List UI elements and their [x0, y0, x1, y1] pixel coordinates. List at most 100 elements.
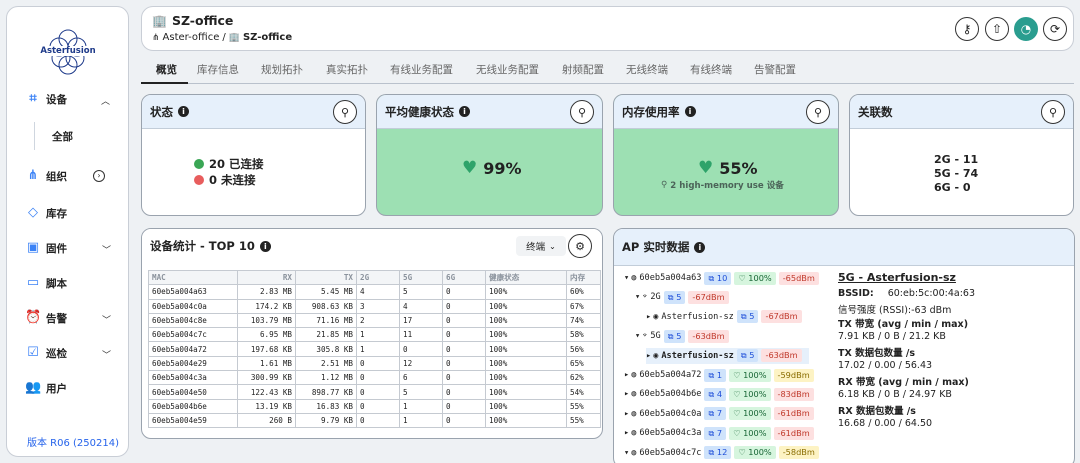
ap-tree-node[interactable]: ▾ ◍ 60eb5a004c7c ⧉ 12 ♡ 100% -58dBm — [624, 445, 819, 461]
table-cell: 62% — [566, 370, 601, 386]
health-card-header: 平均健康状态 i — [377, 95, 602, 129]
table-row[interactable]: 60eb5a004e59 260 B 9.79 KB 0 1 0 100% 55% — [148, 412, 601, 429]
table-row[interactable]: 60eb5a004e29 1.61 MB 2.51 MB 0 12 0 100% 65% — [148, 355, 601, 372]
chevron-down-icon[interactable]: ﹀ — [102, 243, 111, 256]
table-row[interactable]: 60eb5a004c7c 6.95 MB 21.85 MB 1 11 0 100% 58% — [148, 327, 601, 343]
col-5g[interactable]: 5G — [399, 269, 443, 286]
info-icon[interactable]: i — [684, 106, 696, 117]
chevron-down-icon[interactable]: ﹀ — [102, 348, 111, 361]
table-cell: 58% — [566, 327, 601, 343]
tab-planned-topology[interactable]: 规划拓扑 — [261, 62, 303, 77]
chevron-down-icon[interactable]: ﹀ — [102, 313, 111, 326]
nav-inspection[interactable]: ☑ 巡检 — [25, 343, 67, 363]
nav-alarms[interactable]: ⏰ 告警 — [25, 308, 67, 328]
search-button[interactable]: ⚲ — [570, 100, 594, 124]
upload-button[interactable]: ⇧ — [985, 17, 1009, 41]
tab-wireless-clients[interactable]: 无线终端 — [626, 62, 668, 77]
table-row[interactable]: 60eb5a004c0a 174.2 KB 908.63 KB 3 4 0 100% 67% — [148, 298, 601, 314]
col-mac[interactable]: MAC — [148, 269, 238, 286]
info-icon[interactable]: i — [459, 106, 470, 117]
signal-badge: -67dBm — [688, 290, 729, 304]
refresh-button[interactable]: ⟳ — [1043, 17, 1067, 41]
tab-alarm-config[interactable]: 告警配置 — [754, 62, 796, 77]
search-button[interactable]: ⚲ — [1041, 100, 1065, 124]
caret-right-icon[interactable]: ▸ — [624, 428, 629, 438]
col-rx[interactable]: RX — [237, 269, 296, 286]
key-button[interactable]: ⚷ — [955, 17, 979, 41]
col-memory[interactable]: 内存 — [566, 269, 601, 286]
device-stats-table-wrap: MAC RX TX 2G 5G 6G 健康状态 内存 60eb5a004a63 2… — [148, 269, 601, 429]
ap-tree-node[interactable]: ▸ ◉ Asterfusion-sz ⧉ 5 -63dBm — [646, 347, 809, 364]
caret-right-icon[interactable]: ▸ — [624, 389, 629, 399]
nav-scripts-label: 脚本 — [46, 277, 67, 290]
crumb-parent[interactable]: Aster-office — [163, 32, 220, 43]
search-button[interactable]: ⚲ — [806, 100, 830, 124]
settings-button[interactable]: ⚙ — [568, 234, 592, 258]
col-6g[interactable]: 6G — [442, 269, 486, 286]
info-icon[interactable]: i — [694, 241, 706, 253]
tab-wireless-service[interactable]: 无线业务配置 — [476, 62, 539, 77]
nav-all-label: 全部 — [52, 130, 73, 143]
caret-right-icon[interactable]: ▸ — [646, 312, 651, 322]
nav-org[interactable]: ⋔ 组织 — [25, 166, 67, 186]
caret-right-icon[interactable]: ▸ — [624, 370, 629, 380]
building-icon: 🏢 — [152, 13, 167, 28]
sidebar: Asterfusion ⌗ 设备 ︿ 全部 ⋔ 组织 › ◇ 库存 ▣ 固件 ﹀… — [6, 6, 129, 457]
tab-wired-service[interactable]: 有线业务配置 — [390, 62, 453, 77]
ap-tree-node[interactable]: ▸ ◍ 60eb5a004c3a ⧉ 7 ♡ 100% -61dBm — [624, 425, 814, 441]
table-row[interactable]: 60eb5a004a63 2.83 MB 5.45 MB 4 5 0 100% 60% — [148, 284, 601, 300]
nav-devices-label: 设备 — [46, 93, 67, 106]
nav-inventory[interactable]: ◇ 库存 — [25, 203, 67, 223]
table-row[interactable]: 60eb5a004c3a 300.99 KB 1.12 MB 0 6 0 100% 62% — [148, 370, 601, 386]
table-row[interactable]: 60eb5a004a72 197.68 KB 305.8 KB 1 0 0 100% 56% — [148, 341, 601, 357]
search-icon: ⚲ — [813, 105, 823, 119]
nav-scripts[interactable]: ▭ 脚本 — [25, 273, 67, 293]
memory-note[interactable]: ⚲ 2 high-memory use 设备 — [661, 179, 784, 191]
ap-tree-node[interactable]: ▸ ◉ Asterfusion-sz ⧉ 5 -67dBm — [646, 309, 802, 325]
table-cell: 2.83 MB — [237, 284, 296, 300]
memory-card-header: 内存使用率 i — [614, 95, 838, 129]
col-tx[interactable]: TX — [295, 269, 357, 286]
caret-down-icon[interactable]: ▾ — [635, 331, 640, 341]
tab-real-topology[interactable]: 真实拓扑 — [326, 62, 368, 77]
caret-down-icon[interactable]: ▾ — [624, 448, 629, 458]
green-dot-icon — [194, 159, 204, 169]
caret-down-icon[interactable]: ▾ — [635, 292, 640, 302]
chevron-up-icon[interactable]: ︿ — [101, 94, 110, 107]
table-row[interactable]: 60eb5a004e50 122.43 KB 898.77 KB 0 5 0 100% 54% — [148, 384, 601, 400]
devices-icon: ⧉ — [708, 447, 717, 458]
nav-all[interactable]: 全部 — [34, 122, 73, 150]
table-cell: 898.77 KB — [295, 384, 357, 400]
caret-right-icon[interactable]: ▸ — [646, 351, 651, 361]
info-icon[interactable]: i — [259, 240, 271, 252]
badge-value: -65dBm — [782, 272, 815, 283]
tab-inventory[interactable]: 库存信息 — [197, 62, 239, 77]
search-button[interactable]: ⚲ — [333, 100, 357, 124]
ap-tree-node[interactable]: ▾ ◍ 60eb5a004a63 ⧉ 10 ♡ 100% -65dBm — [624, 270, 819, 286]
org-icon: ⋔ — [152, 32, 160, 43]
nav-devices[interactable]: ⌗ 设备 — [25, 89, 67, 109]
dashboard-button[interactable]: ◔ — [1014, 17, 1038, 41]
info-icon[interactable]: i — [178, 106, 189, 117]
ap-tree-node[interactable]: ▸ ◍ 60eb5a004a72 ⧉ 1 ♡ 100% -59dBm — [624, 367, 814, 383]
nav-users[interactable]: 👥 用户 — [25, 378, 67, 398]
tab-overview[interactable]: 概览 — [156, 62, 177, 77]
caret-right-icon[interactable]: ▸ — [624, 409, 629, 419]
ap-tree-node[interactable]: ▸ ◍ 60eb5a004b6e ⧉ 4 ♡ 100% -83dBm — [624, 386, 814, 402]
ap-tree-node[interactable]: ▸ ◍ 60eb5a004c0a ⧉ 7 ♡ 100% -61dBm — [624, 406, 814, 422]
filter-select[interactable]: 终端 ⌄ — [516, 236, 566, 256]
tab-wired-clients[interactable]: 有线终端 — [690, 62, 732, 77]
arrow-right-circle-icon[interactable]: › — [93, 170, 105, 182]
table-row[interactable]: 60eb5a004b6e 13.19 KB 16.83 KB 0 1 0 100% 55% — [148, 398, 601, 414]
tab-rf-config[interactable]: 射频配置 — [562, 62, 604, 77]
nav-firmware[interactable]: ▣ 固件 — [25, 238, 67, 258]
ap-tree-node[interactable]: ▾ ⌔ 2G ⧉ 5 -67dBm — [635, 289, 729, 305]
col-2g[interactable]: 2G — [356, 269, 400, 286]
chip-icon: ⌗ — [29, 91, 37, 106]
crumb-current: SZ-office — [242, 32, 293, 43]
ap-tree-node[interactable]: ▾ ⌔ 5G ⧉ 5 -63dBm — [635, 328, 729, 344]
ap-node-label: 60eb5a004a72 — [639, 370, 702, 380]
col-health[interactable]: 健康状态 — [485, 269, 567, 286]
caret-down-icon[interactable]: ▾ — [624, 273, 629, 283]
table-row[interactable]: 60eb5a004c8e 103.79 MB 71.16 MB 2 17 0 100% 74% — [148, 312, 601, 329]
